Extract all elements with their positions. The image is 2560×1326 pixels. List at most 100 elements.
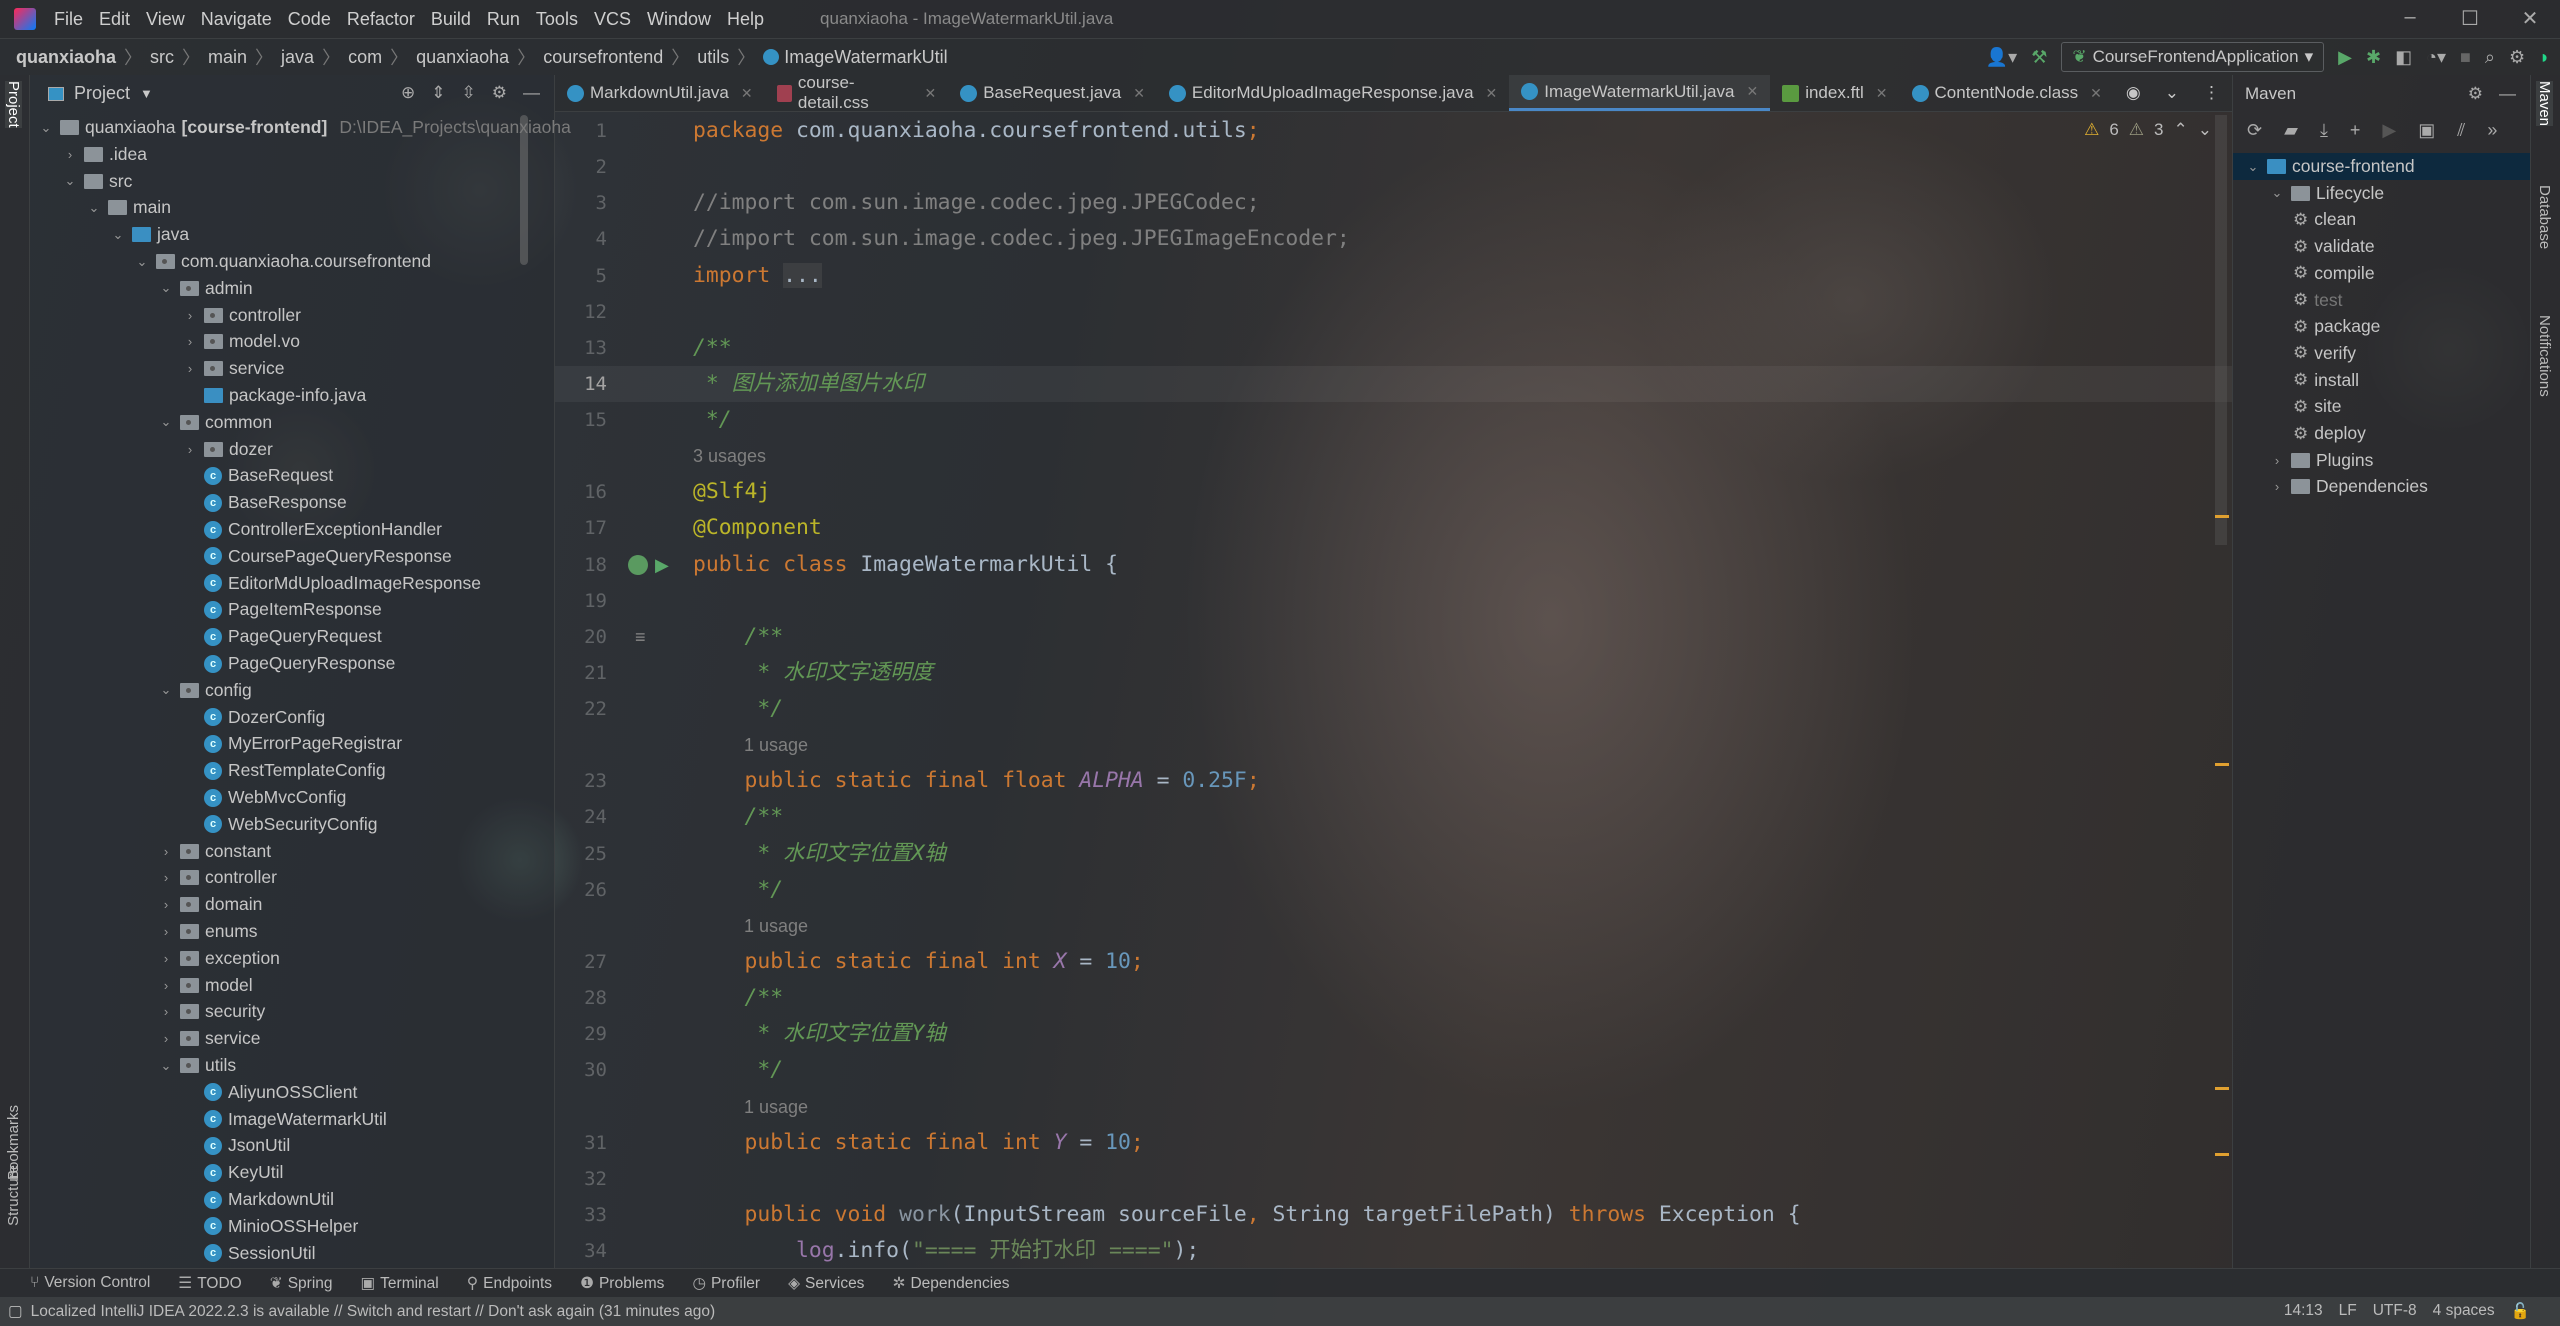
tree-item[interactable]: c RestTemplateConfig — [182, 757, 386, 784]
tree-item[interactable]: c ControllerExceptionHandler — [182, 516, 442, 543]
tab-course-detail-css[interactable]: course-detail.css ✕ — [765, 73, 949, 112]
spring-bean-icon[interactable] — [628, 554, 648, 575]
tree-item[interactable]: ⌄ admin — [158, 275, 253, 302]
close-tab-icon[interactable]: ✕ — [1876, 85, 1888, 102]
maven-tree-item[interactable]: ⌄ course-frontend — [2233, 153, 2531, 180]
usages-hint[interactable]: 1 usage — [555, 1089, 2232, 1125]
profile-icon[interactable]: ◔▾ — [2426, 47, 2446, 68]
maven-tree-item[interactable]: ⚙ deploy — [2233, 420, 2531, 447]
tree-item[interactable]: c BaseResponse — [182, 489, 347, 516]
close-tab-icon[interactable]: ✕ — [2090, 85, 2102, 102]
tree-item[interactable]: c MinioOSSHelper — [182, 1213, 358, 1240]
tool-endpoints[interactable]: ⚲ Endpoints — [467, 1274, 552, 1293]
tree-item[interactable]: c MarkdownUtil — [182, 1186, 334, 1213]
warning-marker[interactable] — [2215, 515, 2229, 518]
breadcrumb-item[interactable]: quanxiaoha — [416, 47, 509, 68]
run-icon[interactable]: ▶ — [2382, 120, 2396, 141]
project-view-select[interactable]: Project — [74, 83, 130, 104]
close-tab-icon[interactable]: ✕ — [1133, 85, 1145, 102]
warning-marker[interactable] — [2215, 1087, 2229, 1090]
database-tool-button[interactable]: Database — [2536, 185, 2553, 249]
tree-item[interactable]: › constant — [158, 838, 271, 865]
tree-item[interactable]: ⌄ src — [62, 168, 133, 195]
maximize-icon[interactable]: ☐ — [2440, 6, 2500, 31]
notification-icon[interactable]: ▢ — [8, 1302, 23, 1321]
tree-item[interactable]: ⌄ quanxiaoha [course-frontend] D:\IDEA_Proj… — [38, 114, 571, 141]
chevron-right-icon[interactable]: › — [158, 844, 174, 859]
usages-hint[interactable]: 1 usage — [555, 908, 2232, 944]
chevron-down-icon[interactable]: ⌄ — [2269, 185, 2285, 201]
stop-icon[interactable]: ■ — [2460, 47, 2471, 68]
tree-item[interactable]: c PageQueryRequest — [182, 623, 382, 650]
class-file-icon[interactable]: ◉ — [2114, 75, 2153, 111]
tree-item[interactable]: › enums — [158, 918, 258, 945]
menu-file[interactable]: File — [54, 9, 83, 30]
menu-refactor[interactable]: Refactor — [347, 9, 415, 30]
generate-sources-icon[interactable]: ▰ — [2284, 120, 2298, 141]
tool-terminal[interactable]: ▣ Terminal — [361, 1274, 439, 1293]
tree-item[interactable]: c KeyUtil — [182, 1159, 283, 1186]
tree-item[interactable]: ⌄ utils — [158, 1052, 237, 1079]
status-message[interactable]: Localized IntelliJ IDEA 2022.2.3 is avai… — [31, 1303, 715, 1321]
chevron-right-icon[interactable]: › — [158, 951, 174, 966]
breadcrumb-item[interactable]: main — [208, 47, 247, 68]
chevron-down-icon[interactable]: ⌄ — [158, 280, 174, 296]
tree-item[interactable]: › controller — [182, 302, 301, 329]
code-area[interactable]: 1 package com.quanxiaoha.coursefrontend.u… — [555, 112, 2232, 1268]
chevron-right-icon[interactable]: › — [2269, 453, 2285, 468]
chevron-down-icon[interactable]: ⌄ — [134, 254, 150, 270]
menu-navigate[interactable]: Navigate — [201, 9, 272, 30]
more-icon[interactable]: » — [2487, 120, 2497, 141]
chevron-right-icon[interactable]: › — [158, 924, 174, 939]
close-window-icon[interactable]: ✕ — [2500, 6, 2560, 31]
chevron-right-icon[interactable]: › — [158, 870, 174, 885]
breadcrumb-item[interactable]: java — [281, 47, 314, 68]
chevron-right-icon[interactable]: › — [62, 147, 78, 162]
usages-hint-text[interactable]: 1 usage — [744, 1089, 808, 1125]
tree-item[interactable]: c ImageWatermarkUtil — [182, 1106, 387, 1133]
execute-goal-icon[interactable]: ▣ — [2418, 120, 2435, 141]
breadcrumb-item[interactable]: quanxiaoha — [16, 47, 116, 68]
tree-item[interactable]: ⌄ common — [158, 409, 273, 436]
chevron-right-icon[interactable]: › — [182, 361, 198, 376]
tab-list-chevron-icon[interactable]: ⌄ — [2153, 75, 2191, 111]
expand-all-icon[interactable]: ⇕ — [431, 83, 445, 103]
maven-tree-item[interactable]: ⚙ package — [2233, 313, 2531, 340]
minimize-icon[interactable]: – — [2380, 6, 2440, 29]
tree-item[interactable]: ⌄ java — [110, 221, 190, 248]
notifications-tool-button[interactable]: Notifications — [2536, 315, 2553, 397]
add-icon[interactable]: + — [2350, 120, 2361, 141]
file-encoding[interactable]: UTF-8 — [2373, 1302, 2417, 1321]
tree-item[interactable]: c CoursePageQueryResponse — [182, 543, 452, 570]
chevron-down-icon[interactable]: ⌄ — [86, 200, 102, 216]
tree-item[interactable]: c SessionUtil — [182, 1240, 316, 1267]
tree-item[interactable]: › exception — [158, 945, 280, 972]
chevron-right-icon[interactable]: › — [158, 897, 174, 912]
user-icon[interactable]: 👤▾ — [1986, 47, 2017, 68]
locate-icon[interactable]: ⊕ — [401, 83, 415, 103]
tool-problems[interactable]: ❶ Problems — [580, 1274, 664, 1293]
debug-icon[interactable]: ✱ — [2366, 47, 2381, 68]
tab-baserequest-java[interactable]: BaseRequest.java ✕ — [948, 75, 1157, 111]
tool-spring[interactable]: ❦ Spring — [270, 1274, 333, 1293]
structure-tool-button[interactable]: Structure — [5, 1165, 22, 1226]
breadcrumb-item[interactable]: src — [150, 47, 174, 68]
chevron-down-icon[interactable]: ⌄ — [38, 120, 54, 136]
maven-tree-item[interactable]: ⚙ test — [2233, 287, 2531, 314]
usages-hint-text[interactable]: 1 usage — [744, 727, 808, 763]
maven-tree-item[interactable]: ⚙ validate — [2233, 233, 2531, 260]
tree-item[interactable]: › domain — [158, 891, 263, 918]
tool-services[interactable]: ◈ Services — [788, 1274, 864, 1293]
tree-item[interactable]: c PageQueryResponse — [182, 650, 395, 677]
skip-tests-icon[interactable]: ⫽ — [2457, 120, 2465, 141]
menu-view[interactable]: View — [146, 9, 185, 30]
tree-item[interactable]: c EditorMdUploadImageResponse — [182, 570, 481, 597]
tree-item[interactable]: c DozerConfig — [182, 704, 325, 731]
maven-tree-item[interactable]: › Plugins — [2233, 447, 2531, 474]
close-tab-icon[interactable]: ✕ — [1746, 83, 1758, 100]
maven-tree-item[interactable]: ⚙ clean — [2233, 206, 2531, 233]
chevron-down-icon[interactable]: ⌄ — [158, 682, 174, 698]
tree-item[interactable]: ⌄ config — [158, 677, 252, 704]
hide-icon[interactable]: — — [523, 83, 540, 103]
chevron-right-icon[interactable]: › — [2269, 479, 2285, 494]
